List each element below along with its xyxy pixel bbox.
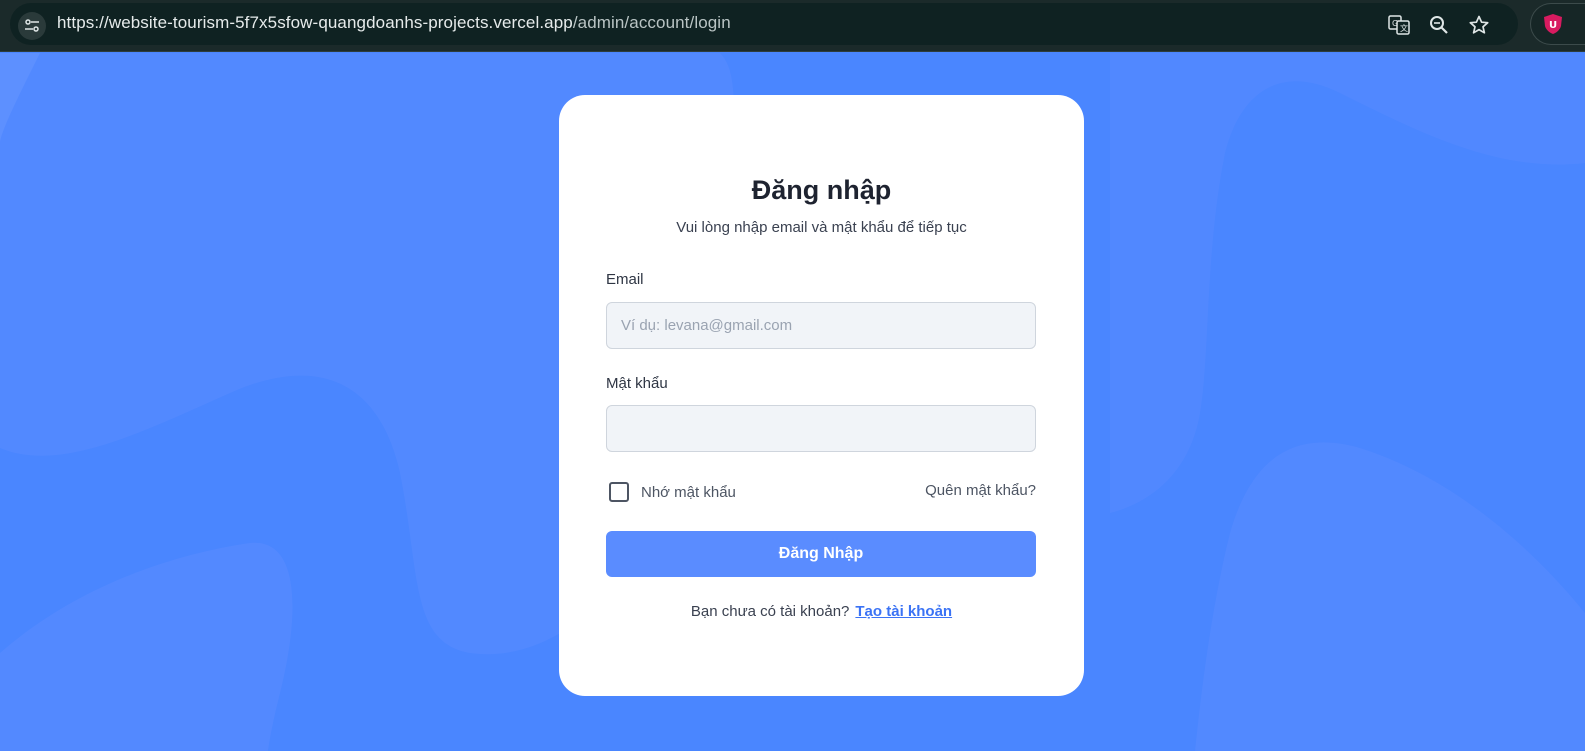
- url-path: /admin/account/login: [572, 13, 731, 32]
- forgot-password-link[interactable]: Quên mật khẩu?: [925, 482, 1036, 499]
- password-label: Mật khẩu: [606, 375, 668, 392]
- svg-text:文: 文: [1400, 23, 1408, 33]
- star-icon[interactable]: [1466, 12, 1492, 38]
- zoom-icon[interactable]: [1426, 12, 1452, 38]
- password-field[interactable]: [606, 405, 1036, 452]
- svg-text:U: U: [1549, 20, 1557, 31]
- ublock-icon[interactable]: U: [1541, 12, 1565, 36]
- page-title: Đăng nhập: [751, 175, 892, 205]
- browser-toolbar: https://website-tourism-5f7x5sfow-quangd…: [0, 0, 1585, 52]
- svg-text:G: G: [1392, 19, 1398, 28]
- email-field[interactable]: [606, 302, 1036, 349]
- translate-icon[interactable]: G 文: [1386, 12, 1412, 38]
- login-button[interactable]: Đăng Nhập: [606, 531, 1036, 577]
- signup-row: Bạn chưa có tài khoản? Tạo tài khoản: [559, 603, 1084, 620]
- url-text[interactable]: https://website-tourism-5f7x5sfow-quangd…: [57, 13, 731, 33]
- email-label: Email: [606, 271, 644, 288]
- signup-prompt: Bạn chưa có tài khoản?: [690, 603, 850, 620]
- site-settings-icon[interactable]: [18, 12, 46, 40]
- remember-checkbox[interactable]: [609, 482, 629, 502]
- remember-label[interactable]: Nhớ mật khẩu: [641, 484, 736, 501]
- login-card: Đăng nhập Vui lòng nhập email và mật khẩ…: [559, 95, 1084, 696]
- create-account-link[interactable]: Tạo tài khoản: [855, 603, 952, 620]
- url-host: https://website-tourism-5f7x5sfow-quangd…: [57, 13, 573, 32]
- login-subtitle: Vui lòng nhập email và mật khẩu để tiếp …: [676, 219, 967, 236]
